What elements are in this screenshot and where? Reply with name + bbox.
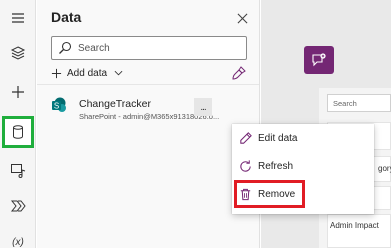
plus-icon	[51, 68, 62, 78]
data-button[interactable]	[2, 116, 34, 148]
variables-button[interactable]: (x)	[4, 228, 32, 248]
datasource-subtitle: SharePoint - admin@M365x91318026.o...	[79, 112, 220, 121]
app-preview-button[interactable]	[304, 46, 334, 74]
brush-icon[interactable]	[231, 65, 247, 81]
close-panel-button[interactable]	[232, 8, 252, 28]
canvas-search-box[interactable]: Search	[327, 94, 391, 112]
data-icon	[13, 125, 23, 139]
app-window: (x) Data Add data	[0, 0, 391, 248]
add-data-button[interactable]: Add data	[51, 64, 123, 82]
refresh-icon	[240, 160, 251, 172]
media-button[interactable]	[4, 156, 32, 184]
menu-item-edit-data[interactable]: Edit data	[232, 126, 374, 152]
data-panel: Data Add data	[37, 0, 260, 248]
datasource-name: ChangeTracker	[79, 98, 151, 110]
insert-button[interactable]	[4, 78, 32, 106]
left-rail: (x)	[0, 0, 36, 248]
panel-title: Data	[51, 9, 82, 25]
chevron-down-icon	[114, 70, 123, 76]
remove-highlight-box	[234, 180, 305, 208]
menu-item-refresh[interactable]: Refresh	[232, 154, 374, 180]
canvas-admin-text: Admin Impact	[330, 221, 379, 230]
plus-icon	[12, 86, 24, 98]
svg-text:S: S	[54, 102, 59, 111]
more-options-button[interactable]: ...	[194, 98, 212, 116]
flow-icon	[10, 200, 26, 212]
hamburger-menu-button[interactable]	[4, 4, 32, 32]
tree-view-button[interactable]	[4, 39, 32, 67]
menu-item-label: Refresh	[258, 161, 294, 172]
canvas-category-text: gory	[378, 164, 391, 173]
canvas-card	[327, 214, 391, 248]
media-icon	[11, 164, 26, 178]
pencil-icon	[240, 132, 252, 144]
search-box	[51, 36, 247, 60]
datasource-item[interactable]: S ChangeTracker SharePoint - admin@M365x…	[45, 92, 255, 124]
search-icon	[59, 41, 72, 54]
search-input[interactable]	[78, 40, 238, 56]
close-icon	[237, 13, 247, 23]
hamburger-icon	[12, 13, 24, 23]
power-automate-button[interactable]	[4, 192, 32, 220]
variables-icon: (x)	[12, 236, 24, 248]
layers-icon	[10, 46, 26, 60]
comment-add-icon	[312, 53, 326, 67]
panel-toolbar: Add data	[51, 64, 251, 82]
add-data-label: Add data	[67, 67, 108, 79]
divider	[37, 84, 259, 85]
menu-item-label: Edit data	[258, 133, 298, 144]
sharepoint-icon: S	[52, 97, 66, 112]
